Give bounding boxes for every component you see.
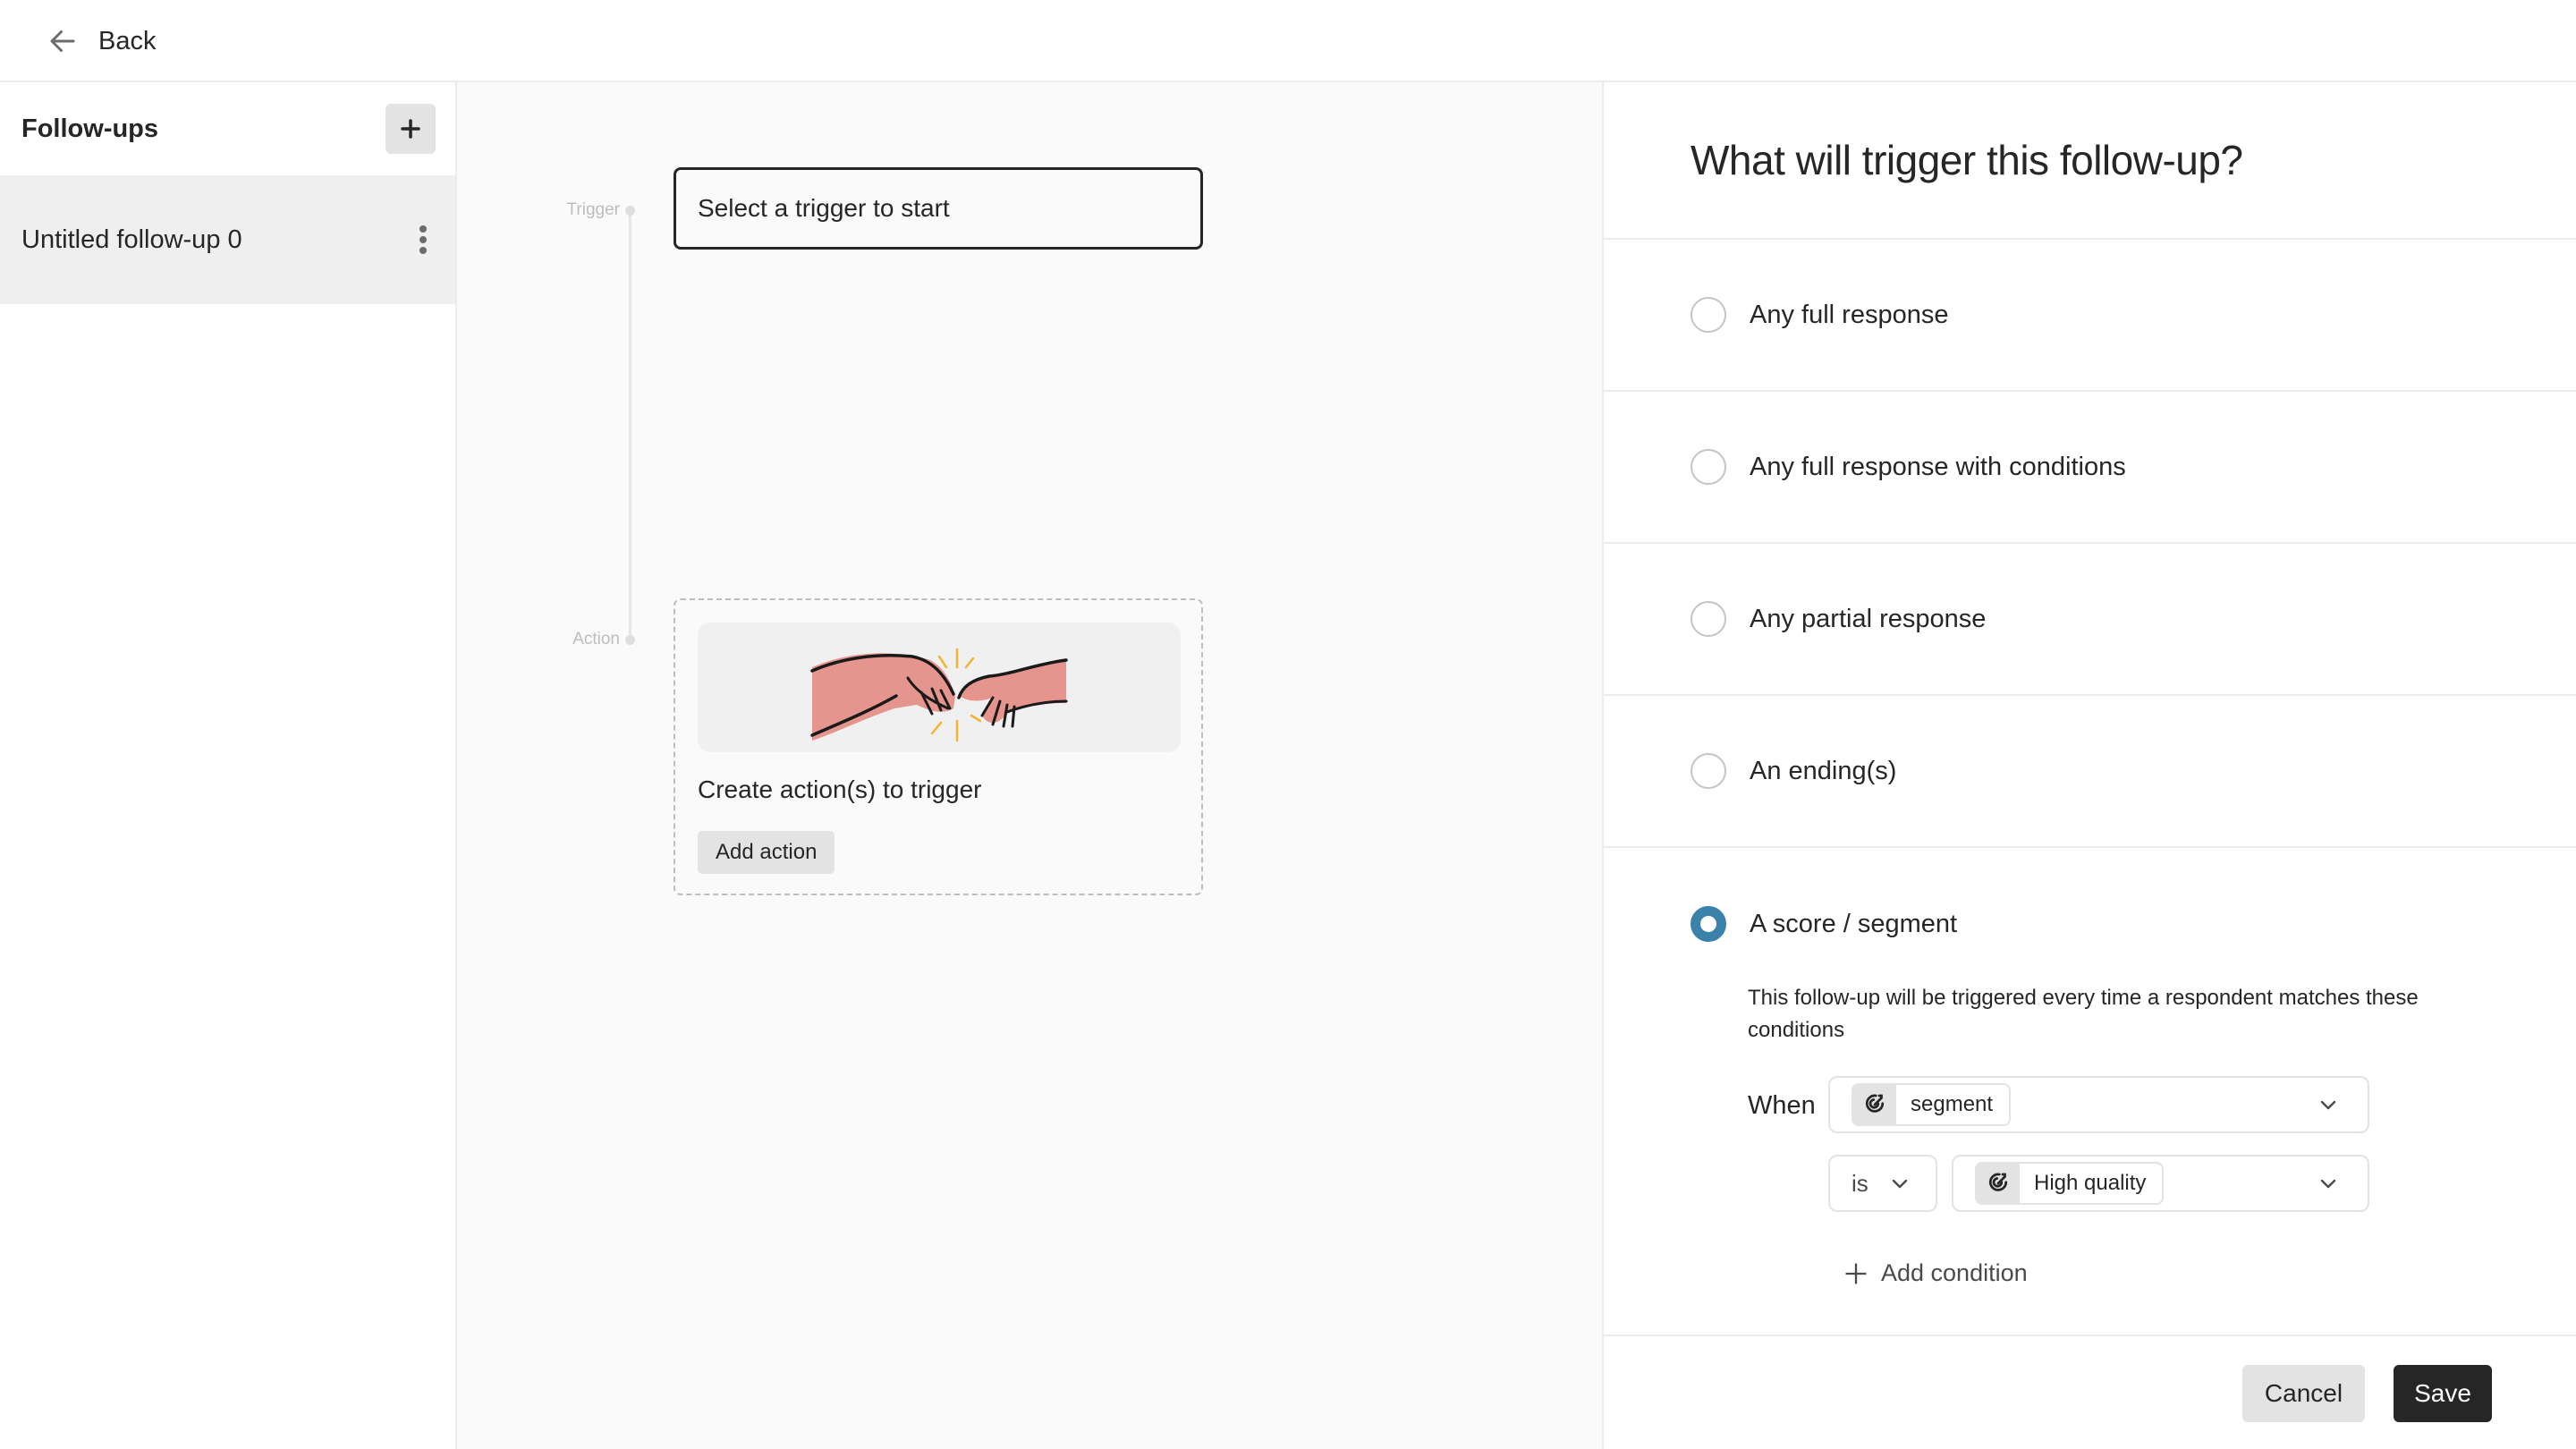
panel-header: What will trigger this follow-up? — [1604, 82, 2576, 240]
radio-button[interactable] — [1690, 297, 1726, 333]
add-condition-label: Add condition — [1881, 1259, 2028, 1286]
value-chip: High quality — [1975, 1162, 2165, 1205]
field-value: segment — [1911, 1092, 1994, 1116]
hands-touching-illustration — [698, 623, 1181, 752]
plus-icon — [401, 119, 420, 139]
value-select[interactable]: High quality — [1952, 1155, 2369, 1212]
arrow-left-icon — [50, 30, 75, 52]
save-button[interactable]: Save — [2394, 1365, 2492, 1422]
radio-button[interactable] — [1690, 449, 1726, 485]
option-an-ending[interactable]: An ending(s) — [1604, 696, 2576, 848]
option-score-segment: A score / segment This follow-up will be… — [1604, 848, 2576, 1336]
field-chip: segment — [1852, 1083, 2012, 1126]
option-score-segment-header[interactable]: A score / segment — [1690, 906, 1957, 942]
option-any-full-response[interactable]: Any full response — [1604, 240, 2576, 392]
segment-target-icon — [1977, 1164, 2020, 1203]
value-label: High quality — [2034, 1171, 2147, 1195]
timeline-label-trigger: Trigger — [566, 200, 620, 219]
option-label: A score / segment — [1750, 909, 1958, 938]
timeline-dot-trigger — [625, 206, 635, 216]
option-any-full-response-with-conditions[interactable]: Any full response with conditions — [1604, 392, 2576, 544]
chevron-down-icon — [2320, 1100, 2336, 1110]
panel-footer: Cancel Save — [1604, 1335, 2576, 1449]
operator-select[interactable]: is — [1828, 1155, 1937, 1212]
add-follow-up-button[interactable] — [386, 104, 436, 154]
follow-ups-sidebar: Follow-ups Untitled follow-up 0 — [0, 82, 457, 1449]
option-label: An ending(s) — [1750, 756, 1897, 785]
select-trigger-box[interactable]: Select a trigger to start — [674, 167, 1203, 250]
sidebar-item-label: Untitled follow-up 0 — [21, 225, 242, 254]
option-label: Any full response — [1750, 300, 1949, 329]
sidebar-item-untitled-follow-up-0[interactable]: Untitled follow-up 0 — [0, 175, 455, 304]
radio-button[interactable] — [1690, 753, 1726, 789]
add-condition-button[interactable]: Add condition — [1843, 1259, 2028, 1287]
action-card: Create action(s) to trigger Add action — [674, 598, 1203, 895]
top-bar: Back — [0, 0, 2576, 82]
flow-canvas: Trigger Action Select a trigger to start — [457, 82, 1602, 1449]
trigger-placeholder: Select a trigger to start — [698, 194, 950, 222]
chevron-down-icon — [2320, 1179, 2336, 1189]
when-label: When — [1748, 1091, 1816, 1120]
score-segment-description: This follow-up will be triggered every t… — [1748, 986, 2419, 1042]
timeline-dot-action — [625, 635, 635, 645]
timeline-connector — [629, 211, 631, 640]
operator-value: is — [1852, 1169, 1868, 1197]
chevron-down-icon — [1892, 1179, 1908, 1189]
sidebar-header: Follow-ups — [0, 82, 455, 175]
kebab-icon[interactable] — [414, 222, 432, 258]
back-button[interactable]: Back — [47, 20, 156, 63]
radio-button[interactable] — [1690, 601, 1726, 637]
timeline-label-action: Action — [572, 630, 620, 648]
sidebar-title: Follow-ups — [21, 114, 159, 143]
action-card-title: Create action(s) to trigger — [698, 775, 982, 803]
field-select[interactable]: segment — [1828, 1076, 2369, 1133]
panel-title: What will trigger this follow-up? — [1690, 137, 2243, 183]
back-label: Back — [98, 26, 157, 55]
radio-button-checked[interactable] — [1690, 906, 1726, 942]
cancel-button[interactable]: Cancel — [2242, 1365, 2365, 1422]
trigger-settings-panel: What will trigger this follow-up? Any fu… — [1602, 82, 2576, 1449]
option-label: Any full response with conditions — [1750, 452, 2126, 481]
segment-target-icon — [1853, 1085, 1896, 1124]
plus-icon — [1845, 1262, 1867, 1284]
add-action-button[interactable]: Add action — [698, 831, 835, 874]
option-label: Any partial response — [1750, 604, 1987, 633]
option-any-partial-response[interactable]: Any partial response — [1604, 544, 2576, 696]
